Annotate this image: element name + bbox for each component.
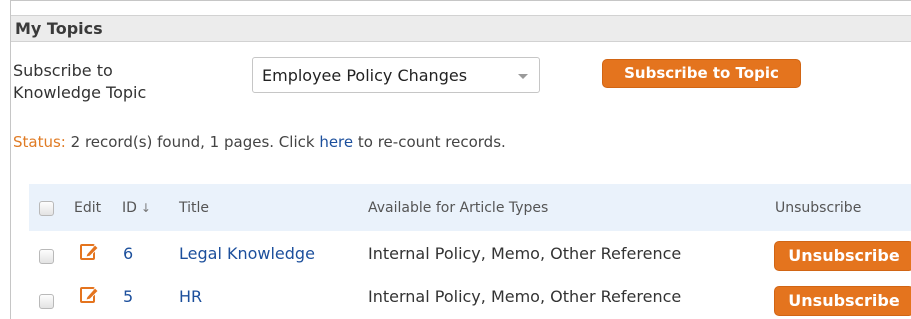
table-row: 6 Legal Knowledge Internal Policy, Memo,… bbox=[29, 235, 911, 273]
status-line: Status: 2 record(s) found, 1 pages. Clic… bbox=[13, 133, 506, 151]
subscribe-to-topic-button[interactable]: Subscribe to Topic bbox=[602, 59, 801, 88]
row-article-types: Internal Policy, Memo, Other Reference bbox=[368, 244, 682, 263]
column-header-edit: Edit bbox=[74, 200, 102, 216]
status-text: 2 record(s) found, 1 pages. Click bbox=[65, 133, 320, 151]
subscribe-label: Subscribe to Knowledge Topic bbox=[13, 60, 213, 104]
row-checkbox[interactable] bbox=[39, 249, 54, 264]
sort-down-icon: ↓ bbox=[140, 201, 151, 215]
recount-link[interactable]: here bbox=[319, 133, 353, 151]
row-title-link[interactable]: Legal Knowledge bbox=[179, 244, 315, 263]
chevron-down-icon bbox=[518, 74, 528, 79]
row-checkbox[interactable] bbox=[39, 294, 54, 309]
table-row: 5 HR Internal Policy, Memo, Other Refere… bbox=[29, 280, 911, 318]
edit-icon[interactable] bbox=[79, 242, 99, 262]
status-text-end: to re-count records. bbox=[353, 133, 506, 151]
column-header-title: Title bbox=[179, 200, 210, 216]
subscribe-label-line1: Subscribe to bbox=[13, 61, 113, 80]
unsubscribe-button[interactable]: Unsubscribe bbox=[774, 286, 911, 316]
row-id-link[interactable]: 6 bbox=[123, 244, 133, 263]
table-header: Edit ID ↓ Title Available for Article Typ… bbox=[29, 184, 911, 231]
column-header-unsubscribe: Unsubscribe bbox=[775, 200, 862, 216]
row-id-link[interactable]: 5 bbox=[123, 287, 133, 306]
row-title-link[interactable]: HR bbox=[179, 287, 202, 306]
subscribe-label-line2: Knowledge Topic bbox=[13, 83, 147, 102]
select-all-checkbox[interactable] bbox=[39, 201, 54, 216]
column-header-article-types: Available for Article Types bbox=[368, 200, 549, 216]
status-label: Status: bbox=[13, 133, 66, 151]
section-title: My Topics bbox=[15, 19, 103, 38]
topic-select-value: Employee Policy Changes bbox=[262, 66, 468, 85]
edit-icon[interactable] bbox=[79, 285, 99, 305]
column-header-id[interactable]: ID ↓ bbox=[122, 200, 151, 216]
column-header-id-label: ID bbox=[122, 200, 137, 216]
section-header: My Topics bbox=[11, 15, 911, 42]
topic-select[interactable]: Employee Policy Changes bbox=[252, 57, 540, 93]
row-article-types: Internal Policy, Memo, Other Reference bbox=[368, 287, 682, 306]
unsubscribe-button[interactable]: Unsubscribe bbox=[774, 241, 911, 271]
